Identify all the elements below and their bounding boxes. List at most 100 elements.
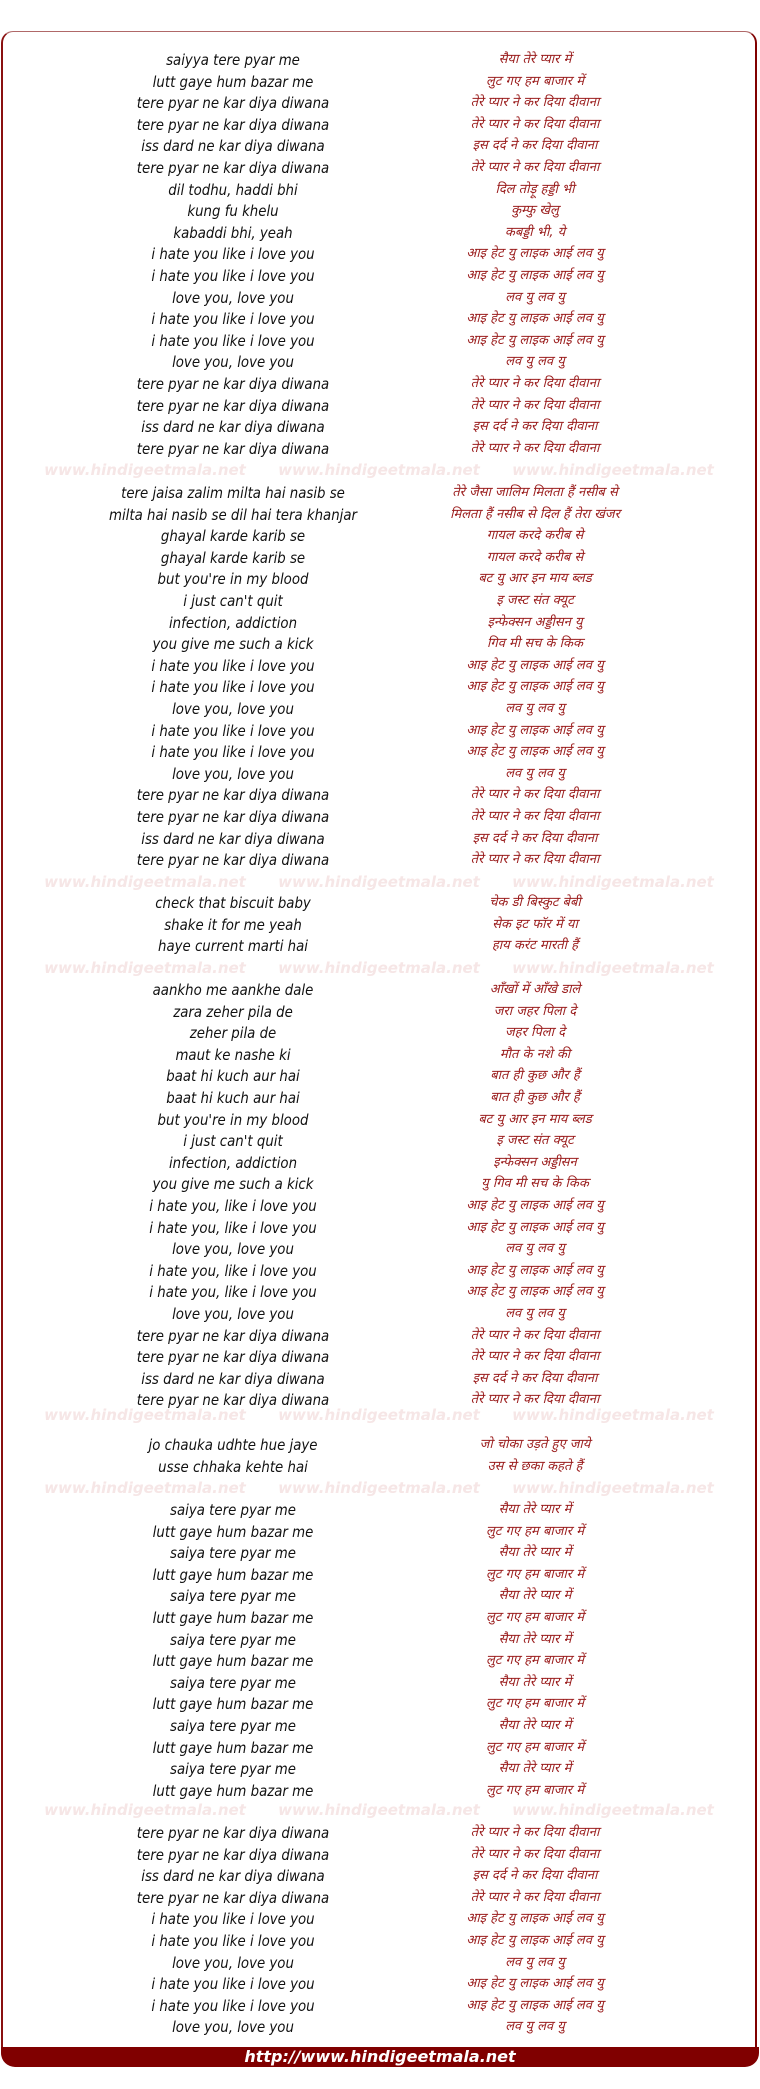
watermark-text: www.hindigeetmala.net (278, 1479, 480, 1497)
lyric-english: i hate you like i love you (151, 1975, 315, 1994)
lyric-hindi: तेरे प्यार ने कर दिया दीवाना (470, 1846, 600, 1862)
lyric-english: tere pyar ne kar diya diwana (136, 1326, 330, 1345)
lyric-english: tere pyar ne kar diya diwana (136, 115, 330, 134)
lyric-english: tere pyar ne kar diya diwana (136, 786, 330, 805)
lyric-english: infection, addiction (168, 613, 298, 632)
lyric-hindi: तेरे प्यार ने कर दिया दीवाना (470, 1327, 600, 1343)
lyric-line: i hate you like i love you आइ हेट यु लाइक… (0, 330, 760, 352)
lyric-english: but you're in my blood (157, 1110, 309, 1129)
lyric-line: lutt gaye hum bazar me लुट गए हम बाजार मे… (0, 1780, 760, 1802)
lyric-line: zeher pila de जहर पिला दे (0, 1022, 760, 1044)
lyric-english: iss dard ne kar diya diwana (141, 1867, 325, 1886)
lyric-english: lutt gaye hum bazar me (152, 1522, 314, 1541)
lyric-english: i hate you like i love you (151, 331, 315, 350)
lyric-english: love you, love you (172, 1953, 294, 1972)
watermark-text: www.hindigeetmala.net (44, 1801, 246, 1819)
lyric-line: i hate you like i love you आइ हेट यु लाइक… (0, 308, 760, 330)
watermark-row: www.hindigeetmala.net www.hindigeetmala.n… (0, 1478, 760, 1498)
lyric-english: lutt gaye hum bazar me (152, 1652, 314, 1671)
lyric-line: you give me such a kick गिव मी सच के किक (0, 633, 760, 655)
lyric-english: saiya tere pyar me (170, 1673, 296, 1692)
lyric-line: but you're in my blood बट यु आर इन माय ब्… (0, 568, 760, 590)
lyric-english: i hate you like i love you (151, 1996, 315, 2015)
lyric-english: zeher pila de (189, 1024, 277, 1043)
lyric-line: i hate you like i love you आइ हेट यु लाइक… (0, 243, 760, 265)
lyric-hindi: बट यु आर इन माय ब्लड (478, 571, 592, 587)
lyric-english: infection, addiction (168, 1153, 298, 1172)
lyric-line: tere pyar ne kar diya diwana तेरे प्यार न… (0, 114, 760, 136)
lyric-line: lutt gaye hum bazar me लुट गए हम बाजार मे… (0, 1564, 760, 1586)
lyric-line: aankho me aankhe dale आँखों में आँखे डाले (0, 979, 760, 1001)
lyric-english: usse chhaka kehte hai (158, 1457, 308, 1476)
lyric-hindi: तेरे प्यार ने कर दिया दीवाना (470, 440, 600, 456)
lyric-hindi: सैया तेरे प्यार में (498, 1718, 572, 1733)
lyric-hindi: लव यु लव यु (505, 354, 565, 370)
lyric-english: ghayal karde karib se (160, 548, 306, 567)
watermark-text: www.hindigeetmala.net (44, 873, 246, 891)
lyric-english: tere pyar ne kar diya diwana (136, 396, 330, 415)
lyric-english: i just can't quit (183, 1132, 283, 1151)
lyric-english: haye current marti hai (158, 937, 308, 956)
lyric-line: i hate you like i love you आइ हेट यु लाइक… (0, 1930, 760, 1952)
lyric-line: love you, love you लव यु लव यु (0, 1238, 760, 1260)
lyric-english: saiya tere pyar me (170, 1587, 296, 1606)
lyric-english: tere pyar ne kar diya diwana (136, 94, 330, 113)
lyric-line: tere pyar ne kar diya diwana तेरे प्यार न… (0, 92, 760, 114)
lyric-hindi: आइ हेट यु लाइक आई लव यु (466, 1911, 604, 1927)
lyric-english: lutt gaye hum bazar me (152, 72, 314, 91)
lyric-english: iss dard ne kar diya diwana (141, 829, 325, 848)
lyric-english: lutt gaye hum bazar me (152, 1738, 314, 1757)
lyric-hindi: लव यु लव यु (505, 1954, 565, 1970)
lyric-line: love you, love you लव यु लव यु (0, 287, 760, 309)
lyric-hindi: आइ हेट यु लाइक आई लव यु (466, 311, 604, 327)
lyric-hindi: लव यु लव यु (505, 2019, 565, 2035)
lyric-hindi: लव यु लव यु (505, 1241, 565, 1257)
lyric-hindi: लव यु लव यु (505, 701, 565, 716)
lyric-line: iss dard ne kar diya diwana इस दर्द ने कर… (0, 135, 760, 157)
lyric-english: i hate you like i love you (151, 1910, 315, 1929)
lyric-english: love you, love you (172, 1305, 294, 1323)
lyric-english: lutt gaye hum bazar me (152, 1781, 314, 1800)
footer-bar: http://www.hindigeetmala.net (1, 2047, 759, 2067)
lyric-hindi: आइ हेट यु लाइक आई लव यु (466, 1933, 604, 1948)
lyric-english: love you, love you (172, 353, 294, 372)
lyric-english: i hate you like i love you (151, 1932, 315, 1950)
lyric-hindi: कबड्डी भी, ये (504, 224, 566, 240)
site-link[interactable]: http://www.hindigeetmala.net (244, 2047, 515, 2066)
watermark-row: www.hindigeetmala.net www.hindigeetmala.n… (0, 958, 760, 978)
lyric-english: love you, love you (172, 1240, 294, 1259)
lyric-hindi: आइ हेट यु लाइक आई लव यु (466, 722, 604, 738)
lyric-english: love you, love you (172, 288, 294, 307)
lyric-line: iss dard ne kar diya diwana इस दर्द ने कर… (0, 1368, 760, 1390)
lyric-english: aankho me aankhe dale (152, 981, 314, 999)
lyric-english: tere pyar ne kar diya diwana (136, 808, 330, 826)
watermark-text: www.hindigeetmala.net (278, 873, 480, 891)
lyric-line: lutt gaye hum bazar me लुट गए हम बाजार मे… (0, 1607, 760, 1629)
lyric-line: love you, love you लव यु लव यु (0, 698, 760, 720)
lyric-hindi: तेरे प्यार ने कर दिया दीवाना (470, 1889, 600, 1905)
lyric-hindi: इ जस्ट संत क्यूट (496, 593, 574, 608)
lyric-line: saiya tere pyar me सैया तेरे प्यार में (0, 1629, 760, 1651)
lyric-hindi: मौत के नशे की (499, 1046, 571, 1062)
lyric-hindi: आइ हेट यु लाइक आई लव यु (466, 1976, 604, 1992)
lyric-hindi: तेरे प्यार ने कर दिया दीवाना (470, 397, 600, 413)
lyric-english: you give me such a kick (152, 1175, 314, 1194)
lyric-hindi: लुट गए हम बाजार में (486, 1696, 584, 1712)
lyric-english: ghayal karde karib se (160, 527, 306, 546)
lyric-hindi: आइ हेट यु लाइक आई लव यु (466, 268, 604, 283)
lyric-hindi: आइ हेट यु लाइक आई लव यु (466, 1284, 604, 1300)
lyric-hindi: लुट गए हम बाजार में (486, 1782, 584, 1798)
lyric-hindi: लुट गए हम बाजार में (486, 1523, 584, 1539)
lyric-line: jo chauka udhte hue jaye जो चोका उड़ते हु… (0, 1434, 760, 1456)
lyric-line: dil todhu, haddi bhi दिल तोड़ू हड्डी भी (0, 179, 760, 201)
lyric-english: tere pyar ne kar diya diwana (136, 851, 330, 870)
lyric-english: i hate you like i love you (151, 310, 315, 329)
lyric-english: saiya tere pyar me (170, 1630, 296, 1649)
lyric-line: i hate you like i love you आइ हेट यु लाइक… (0, 676, 760, 698)
lyric-hindi: लुट गए हम बाजार में (486, 73, 584, 89)
lyric-english: kung fu khelu (187, 202, 279, 221)
lyric-english: i hate you, like i love you (149, 1283, 317, 1302)
lyric-hindi: बात ही कुछ और हैं (490, 1090, 580, 1105)
lyric-hindi: चेक डी बिस्कुट बेबी (489, 895, 581, 910)
lyric-hindi: आइ हेट यु लाइक आई लव यु (466, 1262, 604, 1278)
